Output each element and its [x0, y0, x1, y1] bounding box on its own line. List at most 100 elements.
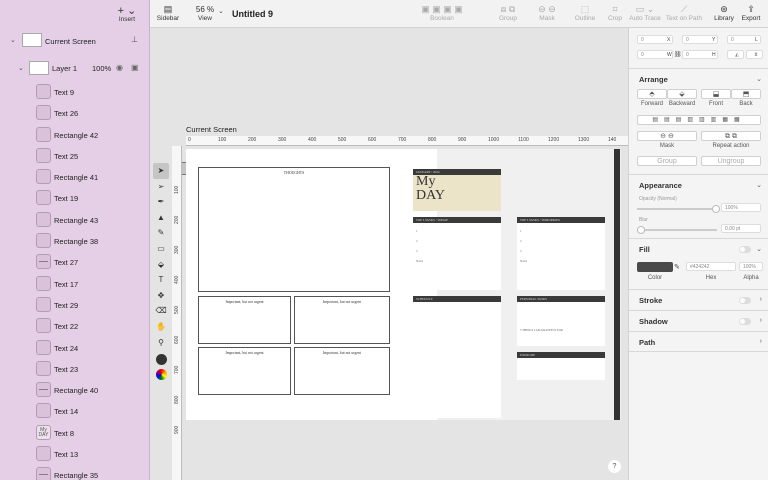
layer-item[interactable]: Rectangle 43 — [0, 209, 149, 230]
layer-item[interactable]: Text 22 — [0, 315, 149, 336]
path-section[interactable]: Path › — [629, 331, 768, 352]
auto-trace-button[interactable]: ▭ ⌄ Auto Trace — [628, 4, 662, 22]
fill-toggle[interactable] — [739, 246, 751, 253]
zoom-tool-icon[interactable]: ⚲ — [153, 335, 169, 351]
sidebar-button[interactable]: ▤ Sidebar — [156, 4, 180, 22]
schedule-block[interactable]: SCHEDULE — [413, 296, 501, 418]
align-buttons[interactable]: ▤▤▤▥▥▥▦▦ — [637, 115, 761, 125]
pin-icon[interactable]: ⊥ — [131, 35, 138, 44]
stroke-toggle[interactable] — [739, 297, 751, 304]
layer-item[interactable]: Text 13 — [0, 443, 149, 464]
brush-tool-icon[interactable]: ✎ — [153, 225, 169, 241]
layer-item[interactable]: Text 14 — [0, 400, 149, 421]
layer-item[interactable]: Text 23 — [0, 358, 149, 379]
layer-item[interactable]: Rectangle 42 — [0, 124, 149, 145]
pen-tool-icon[interactable]: ✒ — [153, 194, 169, 210]
exercise-block[interactable]: EXERCISE — [517, 352, 605, 380]
chevron-right-icon[interactable]: › — [760, 338, 762, 345]
personal-tasks-block[interactable]: PERSONAL TASKS 3 THINGS I AM GRATEFUL FO… — [517, 296, 605, 346]
chevron-down-icon[interactable]: ⌄ — [756, 75, 762, 83]
layer-item[interactable]: Rectangle 38 — [0, 230, 149, 251]
layer-item[interactable]: Text 24 — [0, 337, 149, 358]
eyedropper-icon[interactable]: ✎ — [674, 263, 680, 271]
eraser-tool-icon[interactable]: ⌫ — [153, 303, 169, 319]
top3-today-block[interactable]: TOP 3 TASKS / TODAY 1 2 3 Notes — [413, 217, 501, 290]
thoughts-box[interactable]: THOUGHTS — [198, 167, 390, 292]
group-button[interactable]: Group — [637, 156, 697, 166]
eye-icon[interactable]: ◉ — [116, 63, 123, 72]
fill-color-swatch[interactable] — [637, 262, 673, 272]
text-tool-icon[interactable]: T — [153, 272, 169, 288]
shadow-section[interactable]: Shadow › — [629, 310, 768, 331]
alpha-field[interactable]: 100% — [739, 262, 763, 271]
repeat-icon[interactable]: ⧉ ⧉ — [701, 131, 761, 141]
help-button[interactable]: ? — [608, 460, 621, 473]
text-on-path-button[interactable]: ⟋ Text on Path — [665, 4, 703, 22]
flip-vertical-icon[interactable]: ⧗ — [746, 50, 763, 59]
layer-item[interactable]: Text 26 — [0, 102, 149, 123]
layer-item[interactable]: Rectangle 40 — [0, 379, 149, 400]
opacity-field[interactable]: 100% — [721, 203, 761, 212]
chevron-down-icon[interactable]: ⌄ — [18, 64, 24, 72]
layer-item[interactable]: Text 19 — [0, 187, 149, 208]
vector-tool-icon[interactable]: ▲ — [153, 210, 169, 226]
move-tool-icon[interactable]: ✥ — [153, 288, 169, 304]
shadow-toggle[interactable] — [739, 318, 751, 325]
quadrant-box[interactable]: Important, but not urgent — [294, 296, 390, 344]
group-button[interactable]: ⧈ ⧉ Group — [490, 4, 526, 22]
outline-button[interactable]: ⬚ Outline — [572, 4, 598, 22]
chevron-right-icon[interactable]: › — [760, 317, 762, 324]
blur-field[interactable]: 0.00 pt — [721, 224, 761, 233]
layer-item[interactable]: Text 9 — [0, 81, 149, 102]
layer-item[interactable]: Text 27 — [0, 251, 149, 272]
stroke-section[interactable]: Stroke › — [629, 289, 768, 310]
chevron-down-icon[interactable]: ⌄ — [10, 36, 16, 44]
mask-icon[interactable]: ⊖ ⊖ — [637, 131, 697, 141]
library-button[interactable]: ⊛ Library — [712, 4, 736, 22]
back-icon[interactable]: ⬒ — [731, 89, 761, 99]
quadrant-box[interactable]: Important, but not urgent — [294, 347, 390, 395]
chevron-down-icon[interactable]: ⌄ — [756, 181, 762, 189]
link-icon[interactable]: ⛓ — [674, 51, 682, 58]
stroke-color-icon[interactable] — [156, 354, 167, 365]
opacity-slider[interactable] — [637, 205, 720, 213]
ungroup-button[interactable]: Ungroup — [701, 156, 761, 166]
top3-tomorrow-block[interactable]: TOP 3 TASKS / TOMORROW 1 2 3 Notes — [517, 217, 605, 290]
canvas-scrollbar[interactable] — [614, 149, 620, 420]
layer-item[interactable]: My DAY Text 8 — [0, 422, 149, 443]
backward-icon[interactable]: ⬙ — [667, 89, 697, 99]
hex-field[interactable]: #424242 — [686, 262, 736, 271]
chevron-down-icon[interactable]: ⌄ — [216, 7, 226, 15]
layer-item[interactable]: Rectangle 35 — [0, 464, 149, 480]
crop-button[interactable]: ⌗ Crop — [605, 4, 625, 22]
flip-horizontal-icon[interactable]: ◭ — [727, 50, 744, 59]
forward-icon[interactable]: ⬘ — [637, 89, 667, 99]
direct-select-tool-icon[interactable]: ➢ — [153, 179, 169, 195]
screen-row[interactable]: ⌄ Current Screen ⊥ — [0, 31, 149, 51]
chevron-down-icon[interactable]: ⌄ — [756, 245, 762, 253]
layer-item[interactable]: Text 25 — [0, 145, 149, 166]
my-day-block[interactable]: JANUARY / 2024 My DAY — [413, 169, 501, 211]
lock-icon[interactable]: ▣ — [131, 63, 139, 72]
boolean-button[interactable]: ▣ ▣ ▣ ▣ Boolean — [402, 4, 482, 22]
insert-button[interactable]: + ⌄ Insert — [115, 6, 139, 24]
quadrant-box[interactable]: Important, but not urgent — [198, 347, 291, 395]
mask-button[interactable]: ⊖ ⊖ Mask — [532, 4, 562, 22]
canvas-area[interactable]: ➤ ➢ ✒ ▲ ✎ ▭ ⬙ T ✥ ⌫ ✋ ⚲ Current Screen 0… — [150, 28, 628, 480]
artboard[interactable]: THOUGHTS Important, but not urgent Impor… — [186, 149, 621, 420]
layer-item[interactable]: Rectangle 41 — [0, 166, 149, 187]
layer-item[interactable]: Text 17 — [0, 273, 149, 294]
blur-slider[interactable] — [637, 226, 717, 234]
chevron-right-icon[interactable]: › — [760, 296, 762, 303]
color-picker-icon[interactable] — [156, 369, 167, 380]
hand-tool-icon[interactable]: ✋ — [153, 319, 169, 335]
layer-item[interactable]: Text 29 — [0, 294, 149, 315]
fill-tool-icon[interactable]: ⬙ — [153, 257, 169, 273]
front-icon[interactable]: ⬓ — [701, 89, 731, 99]
rectangle-tool-icon[interactable]: ▭ — [153, 241, 169, 257]
select-tool-icon[interactable]: ➤ — [153, 163, 169, 179]
mask-label: Mask — [659, 143, 675, 149]
quadrant-box[interactable]: Important, but not urgent — [198, 296, 291, 344]
export-button[interactable]: ⇪ Export — [739, 4, 763, 22]
layer-row[interactable]: ⌄ Layer 1 100% ◉ ▣ — [0, 58, 149, 78]
